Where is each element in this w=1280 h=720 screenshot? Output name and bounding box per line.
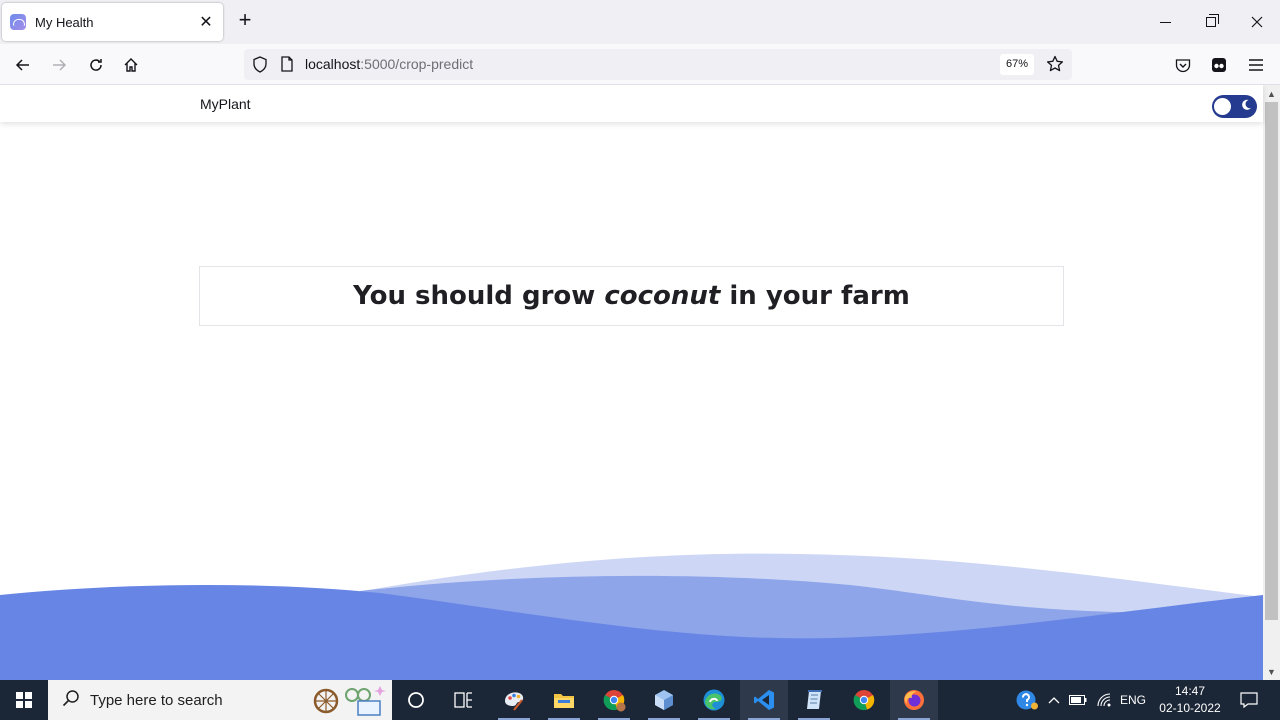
result-prefix: You should grow [353, 281, 605, 311]
close-tab-icon[interactable]: ✕ [197, 12, 215, 32]
scroll-up-icon[interactable]: ▲ [1263, 85, 1280, 102]
taskbar-search-box[interactable]: Type here to search [48, 680, 392, 720]
forward-button[interactable] [46, 52, 72, 78]
reload-button[interactable] [83, 52, 109, 78]
site-brand-link[interactable]: MyPlant [200, 96, 251, 112]
battery-icon[interactable] [1066, 680, 1090, 720]
shield-icon[interactable] [252, 56, 268, 78]
scrollbar-thumb[interactable] [1265, 102, 1278, 620]
search-placeholder: Type here to search [90, 691, 223, 709]
tab-strip: My Health ✕ + [0, 0, 1280, 44]
show-hidden-icons-chevron-icon[interactable] [1044, 680, 1064, 720]
cortana-icon[interactable] [392, 680, 440, 720]
vscode-icon[interactable] [740, 680, 788, 720]
notification-center-icon[interactable] [1234, 680, 1264, 720]
home-button[interactable] [118, 52, 144, 78]
edge-icon[interactable] [690, 680, 738, 720]
toggle-knob [1214, 98, 1231, 115]
windows-logo-icon [16, 692, 32, 708]
decorative-waves [0, 553, 1263, 680]
url-host: localhost [305, 56, 361, 72]
url-path: :5000/crop-predict [360, 56, 474, 72]
prediction-result-card: You should grow coconut in your farm [199, 266, 1064, 326]
page-icon[interactable] [280, 56, 294, 77]
moon-icon [1240, 99, 1252, 114]
language-indicator[interactable]: ENG [1118, 680, 1148, 720]
start-button[interactable] [0, 680, 48, 720]
restore-button[interactable] [1188, 0, 1234, 44]
pocket-icon[interactable] [1170, 52, 1196, 78]
scroll-down-icon[interactable]: ▼ [1263, 663, 1280, 680]
browser-toolbar: localhost:5000/crop-predict 67% [0, 44, 1280, 85]
3d-viewer-icon[interactable] [640, 680, 688, 720]
file-explorer-icon[interactable] [540, 680, 588, 720]
predicted-crop: coconut [604, 281, 721, 311]
site-navbar: MyPlant [0, 85, 1263, 122]
result-suffix: in your farm [720, 281, 910, 311]
paint-icon[interactable] [490, 680, 538, 720]
wifi-icon[interactable] [1092, 680, 1116, 720]
vertical-scrollbar[interactable]: ▲ ▼ [1263, 85, 1280, 680]
address-bar[interactable]: localhost:5000/crop-predict 67% [244, 49, 1072, 80]
extension-icon[interactable] [1206, 52, 1232, 78]
page-viewport: MyPlant You should grow coconut in your … [0, 85, 1280, 680]
url-text[interactable]: localhost:5000/crop-predict [305, 56, 473, 72]
search-icon [62, 689, 80, 712]
chrome-icon[interactable] [840, 680, 888, 720]
zoom-level-button[interactable]: 67% [1000, 54, 1035, 75]
help-icon[interactable] [1012, 680, 1042, 720]
new-tab-button[interactable]: + [234, 9, 256, 32]
task-view-icon[interactable] [440, 680, 488, 720]
close-window-button[interactable] [1234, 0, 1280, 44]
site-favicon-icon [10, 14, 26, 30]
hamburger-menu-icon[interactable] [1243, 52, 1269, 78]
prediction-result-heading: You should grow coconut in your farm [353, 281, 910, 311]
system-clock[interactable]: 14:47 02-10-2022 [1152, 680, 1228, 720]
clock-date: 02-10-2022 [1159, 701, 1221, 715]
browser-tab[interactable]: My Health ✕ [2, 3, 223, 41]
bookmark-star-icon[interactable] [1046, 55, 1064, 78]
dark-mode-toggle[interactable] [1212, 95, 1257, 118]
chrome-profile-icon[interactable] [590, 680, 638, 720]
back-button[interactable] [10, 52, 36, 78]
search-highlight-illustration [313, 686, 386, 716]
firefox-icon[interactable] [890, 680, 938, 720]
windows-taskbar: Type here to search ENG 14:47 02-10-2022 [0, 680, 1280, 720]
tab-title: My Health [35, 14, 94, 30]
minimize-button[interactable] [1142, 0, 1188, 44]
clock-time: 14:47 [1174, 684, 1206, 698]
notepad-icon[interactable] [790, 680, 838, 720]
